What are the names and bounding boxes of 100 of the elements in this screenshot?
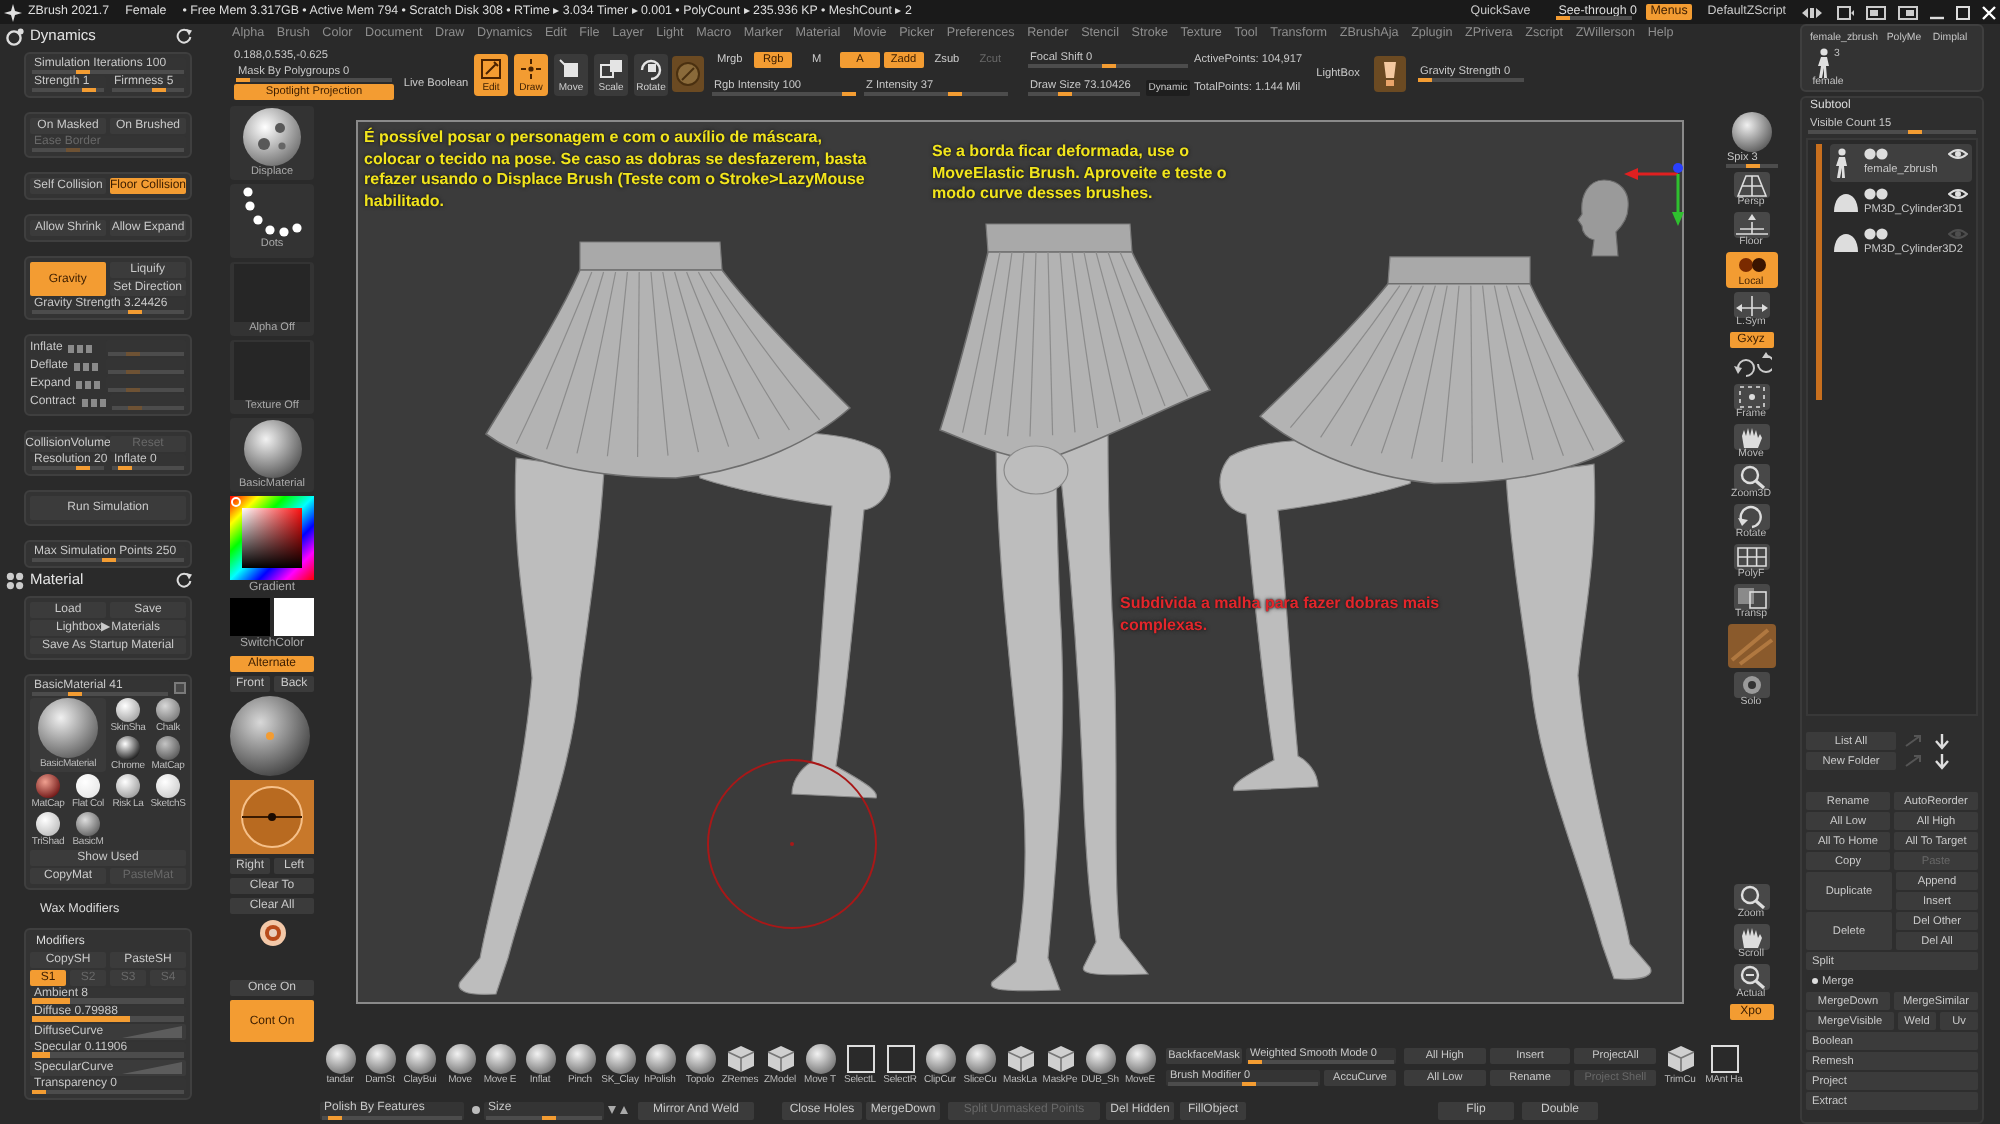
rotate-arrows-icon (1733, 504, 1769, 530)
slider-thumb[interactable] (1101, 64, 1115, 69)
cube-icon (1045, 1044, 1075, 1074)
figure-icon (1816, 48, 1833, 78)
selection-square-icon (885, 1044, 915, 1074)
list-scrollbar[interactable] (1816, 144, 1822, 400)
maximize-icon[interactable] (1956, 5, 1970, 19)
refresh-icon[interactable] (176, 572, 192, 588)
axis-toggles-icon[interactable] (74, 361, 99, 371)
cube-icon (1665, 1044, 1695, 1074)
app-logo-icon (4, 3, 22, 21)
sphere-icon (116, 698, 140, 722)
axis-toggles-icon[interactable] (68, 343, 93, 353)
color-picker[interactable] (230, 496, 314, 580)
color-swatches-icon[interactable] (230, 598, 314, 636)
slider-track[interactable] (32, 1016, 184, 1022)
zoom-icon (1733, 464, 1769, 490)
dome-icon (1834, 233, 1858, 251)
dome-icon (1834, 193, 1858, 211)
head-gizmo-icon[interactable] (1576, 176, 1632, 260)
cube-icon (1005, 1044, 1035, 1074)
grid-dots-icon (6, 571, 24, 589)
axis-toggles-icon[interactable] (81, 397, 106, 407)
curve-ramp-icon (122, 1026, 182, 1038)
texture-swatch-icon[interactable] (1727, 624, 1775, 668)
link-toggle-icon[interactable] (1864, 148, 1888, 160)
brush-sphere-icon (685, 1044, 715, 1074)
magnifier-icon (1733, 964, 1769, 990)
curve-ramp-icon (122, 1062, 182, 1074)
link-toggle-icon[interactable] (1864, 188, 1888, 200)
viewport-canvas[interactable] (356, 120, 1684, 1004)
sphere-icon (76, 812, 100, 836)
brush-sphere-icon (805, 1044, 835, 1074)
sphere-icon (38, 698, 98, 758)
slider-thumb[interactable] (842, 91, 856, 96)
sphere-thumbnail-icon[interactable] (1731, 112, 1771, 152)
light-swatch-icon[interactable] (1374, 56, 1406, 92)
symmetry-arrows-icon (1733, 292, 1769, 318)
slider-track[interactable] (864, 91, 1008, 96)
arrow-icon[interactable] (1930, 753, 1954, 769)
dial-icon[interactable] (230, 780, 314, 854)
slider-thumb[interactable] (948, 91, 963, 96)
brush-sphere-icon (605, 1044, 635, 1074)
slider-track[interactable] (712, 91, 856, 96)
arrow-icon[interactable] (1930, 733, 1954, 749)
brush-sphere-icon (645, 1044, 675, 1074)
magnifier-icon (1733, 884, 1769, 910)
slider-track[interactable] (1028, 91, 1140, 96)
pivot-circles-icon (1733, 252, 1769, 278)
perspective-grid-icon (1733, 172, 1769, 198)
brush-sphere-icon (325, 1044, 355, 1074)
dot-icon (472, 1106, 480, 1114)
transparency-icon (1733, 584, 1769, 610)
rotation-arrows-icon[interactable] (1731, 352, 1771, 380)
sphere-icon (156, 774, 180, 798)
sphere-ring-icon (6, 27, 24, 45)
layout-icon[interactable] (1898, 5, 1918, 19)
sphere-icon (36, 812, 60, 836)
ring-icon[interactable] (257, 918, 287, 948)
panel-arrows-icon[interactable] (1834, 5, 1854, 19)
brush-sphere-icon (525, 1044, 555, 1074)
link-toggle-icon[interactable] (1864, 228, 1888, 240)
move-box-icon (558, 57, 584, 79)
sphere-preview-icon[interactable] (230, 696, 310, 776)
brush-sphere-icon (1085, 1044, 1115, 1074)
figure-icon (1834, 147, 1850, 177)
selection-square-icon (1709, 1044, 1739, 1074)
sphere-icon (76, 774, 100, 798)
scale-boxes-icon (598, 57, 624, 79)
brush-cursor-icon (706, 758, 878, 930)
brush-sphere-icon (925, 1044, 955, 1074)
selection-square-icon (845, 1044, 875, 1074)
sphere-icon (243, 420, 301, 478)
arrow-buttons-icon[interactable] (608, 1105, 628, 1115)
layout-icon[interactable] (1866, 5, 1886, 19)
annotation-text: Se a borda ficar deformada, use o MoveElastic Brush. Aproveite e teste o modo curve desses brushes. (932, 142, 1229, 205)
annotation-text: É possível posar o personagem e com o auxílio de máscara, colocar o tecido na pose. Se caso as dobras se desfazerem, basta refazer usando o Displace Brush (Teste com o Stroke>LazyMouse habilitado. (364, 128, 868, 212)
brush-sphere-icon (445, 1044, 475, 1074)
brush-sphere-icon (485, 1044, 515, 1074)
layout-arrows-icon[interactable] (1802, 5, 1822, 19)
expanded-dot-icon (1812, 978, 1818, 984)
slider-thumb[interactable] (1057, 91, 1072, 96)
close-icon[interactable] (1982, 5, 1996, 19)
crosshair-icon (518, 57, 544, 79)
slider-track[interactable] (1028, 64, 1188, 69)
refresh-icon[interactable] (176, 28, 192, 44)
brush-sphere-icon (565, 1044, 595, 1074)
sphere-icon (116, 736, 140, 760)
pencil-box-icon (478, 57, 504, 79)
stroke-dots-icon (242, 186, 302, 238)
cube-icon (765, 1044, 795, 1074)
axis-toggles-icon[interactable] (76, 379, 101, 389)
small-square-icon[interactable] (174, 682, 186, 694)
bumpy-sphere-icon (242, 108, 302, 166)
hand-icon (1733, 924, 1769, 950)
axis-gizmo-icon[interactable] (1624, 158, 1684, 226)
solo-icon (1733, 672, 1769, 698)
brush-sphere-icon (405, 1044, 435, 1074)
frame-icon (1733, 384, 1769, 410)
material-swatch-icon[interactable] (672, 56, 704, 92)
